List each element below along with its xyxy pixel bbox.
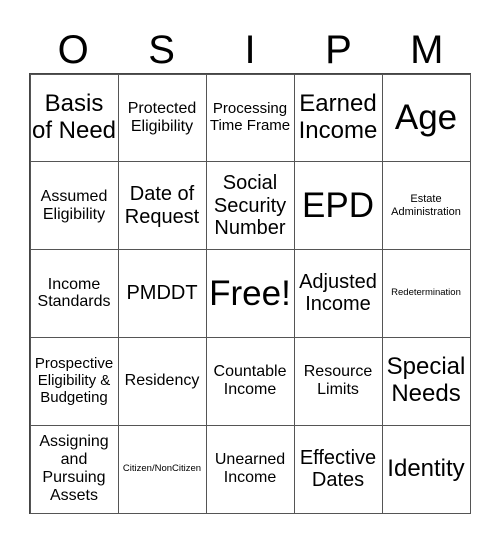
header-letter: S [148,28,175,72]
bingo-cell-label: Processing Time Frame [209,100,291,134]
bingo-cell-label: Protected Eligibility [127,99,197,135]
bingo-cell[interactable]: Adjusted Income [293,249,383,338]
bingo-cell-label: Effective Dates [299,446,377,492]
bingo-cell-label: Basis of Need [31,90,117,144]
bingo-cell-label: Unearned Income [214,451,286,487]
bingo-cell[interactable]: Processing Time Frame [205,73,295,163]
bingo-cell[interactable]: Residency [117,336,207,426]
header-letter: I [244,28,256,72]
bingo-cell-label: PMDDT [126,282,198,305]
bingo-cell-label: Earned Income [298,90,378,144]
bingo-cell-label: Citizen/NonCitizen [122,462,202,474]
header-letter: M [410,28,444,72]
bingo-cell-label: Income Standards [37,275,111,311]
bingo-cell-label: Adjusted Income [299,271,377,316]
bingo-cell[interactable]: Unearned Income [205,424,295,514]
bingo-cell-label: Residency [124,372,200,390]
bingo-cell[interactable]: PMDDT [117,249,207,338]
bingo-cell-label: Redetermination [391,287,461,299]
bingo-cell[interactable]: Countable Income [205,336,295,426]
bingo-cell[interactable]: Estate Administration [381,161,471,251]
bingo-cell[interactable]: Assumed Eligibility [29,161,119,251]
bingo-cell-label: Resource Limits [303,363,373,399]
bingo-cell-label: Age [394,98,458,138]
bingo-cell[interactable]: Earned Income [293,73,383,163]
bingo-cell[interactable]: Social Security Number [205,161,295,251]
bingo-cell[interactable]: Assigning and Pursuing Assets [29,424,119,514]
bingo-header: O S I P M [29,28,471,72]
bingo-cell[interactable]: Income Standards [29,249,119,338]
bingo-cell-label: Countable Income [213,363,287,399]
bingo-cell-label: Social Security Number [213,172,287,239]
header-letter: P [325,28,352,72]
bingo-cell[interactable]: Redetermination [381,249,471,338]
bingo-cell[interactable]: Date of Request [117,161,207,251]
header-letter: O [57,28,89,72]
bingo-cell-label: Estate Administration [391,193,461,218]
bingo-cell-label: Identity [387,454,465,482]
bingo-cell-label: EPD [302,186,374,226]
bingo-cell[interactable]: Age [381,73,471,163]
bingo-cell-label: Assumed Eligibility [40,187,108,223]
bingo-cell-label: Special Needs [386,353,466,408]
bingo-cell[interactable]: Special Needs [381,336,471,426]
bingo-cell-label: Assigning and Pursuing Assets [39,433,109,504]
bingo-cell[interactable]: Resource Limits [293,336,383,426]
bingo-cell-label: Prospective Eligibility & Budgeting [34,355,114,406]
bingo-cell-label: Free! [209,273,291,313]
bingo-cell[interactable]: Citizen/NonCitizen [117,424,207,514]
bingo-cell[interactable]: EPD [293,161,383,251]
bingo-cell[interactable]: Protected Eligibility [117,73,207,163]
bingo-cell[interactable]: Basis of Need [29,73,119,163]
bingo-cell[interactable]: Identity [381,424,471,514]
bingo-cell[interactable]: Effective Dates [293,424,383,514]
bingo-cell[interactable]: Prospective Eligibility & Budgeting [29,336,119,426]
free-space-cell[interactable]: Free! [205,249,295,338]
bingo-card-grid: Basis of Need Protected Eligibility Proces… [29,73,471,514]
bingo-cell-label: Date of Request [124,183,200,228]
